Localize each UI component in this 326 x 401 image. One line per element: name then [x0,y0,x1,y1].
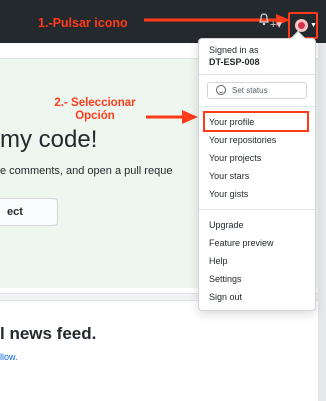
bell-icon[interactable] [259,13,269,27]
signed-in-label: Signed in as [209,45,259,55]
menu-item-your-projects[interactable]: Your projects [209,153,261,163]
annotation-step-2-line1: 2.- Seleccionar [54,97,136,109]
smiley-icon [216,85,226,95]
menu-item-feature-preview[interactable]: Feature preview [209,238,274,248]
menu-item-settings[interactable]: Settings [209,274,242,284]
menu-item-upgrade[interactable]: Upgrade [209,220,244,230]
annotation-step-2: 2.- Seleccionar Opción [40,97,150,123]
scrollbar[interactable] [318,43,326,401]
menu-divider [199,209,315,210]
news-feed-title: l news feed. [0,324,97,343]
annotation-step-1: 1.-Pulsar icono [38,16,128,30]
plus-icon[interactable]: +▾ [270,18,282,31]
hero-action-label: ect [7,206,23,218]
menu-item-help[interactable]: Help [209,256,228,266]
page-title: my code! [0,126,98,153]
menu-item-your-stars[interactable]: Your stars [209,171,249,181]
annotation-highlight-box [203,111,309,132]
set-status-button[interactable]: Set status [207,82,307,99]
hero-action-button[interactable]: ect [0,198,58,226]
username: DT-ESP-008 [209,57,260,67]
menu-item-your-gists[interactable]: Your gists [209,189,248,199]
menu-item-your-repositories[interactable]: Your repositories [209,135,276,145]
annotation-arrow-right-icon [146,110,198,124]
user-dropdown-menu: Signed in as DT-ESP-008 Set status Your … [198,30,316,311]
menu-item-sign-out[interactable]: Sign out [209,292,242,302]
menu-divider [199,74,315,75]
page-subtitle: e comments, and open a pull reque [0,165,173,177]
chevron-down-icon: ▼ [310,22,317,29]
menu-divider [199,106,315,107]
news-feed-link[interactable]: llow. [0,352,18,362]
annotation-step-2-line2: Opción [75,110,115,122]
set-status-label: Set status [232,86,268,95]
